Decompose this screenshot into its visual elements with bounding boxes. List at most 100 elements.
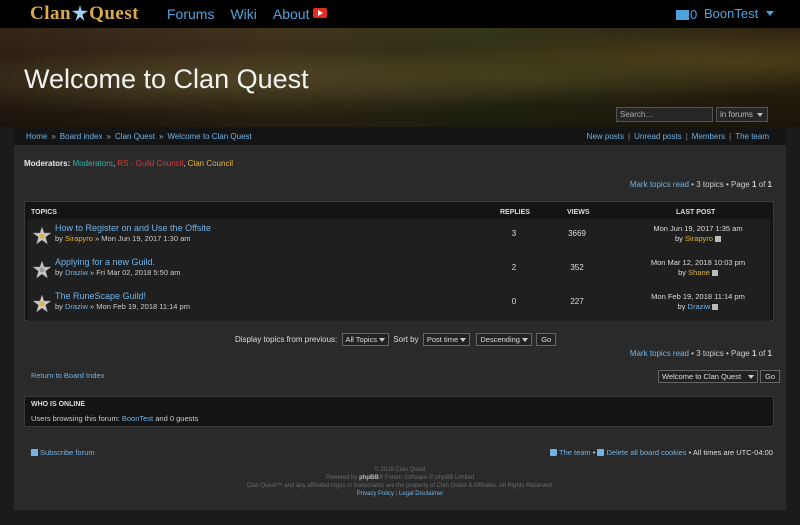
team-icon: [550, 449, 557, 456]
jump-to-select[interactable]: Welcome to Clan Quest: [658, 370, 758, 383]
table-row: Applying for a new Guild. by Draziw » Fr…: [28, 253, 770, 287]
phpbb-link[interactable]: phpBB: [359, 475, 379, 481]
messages-count: 0: [690, 7, 698, 22]
page-current: 1: [751, 180, 757, 189]
trademark-notice: Clan Quest™ and any affiliated logos or …: [246, 483, 554, 489]
table-row: The RuneScape Guild! by Draziw » Mon Feb…: [28, 287, 770, 321]
breadcrumb-board-index[interactable]: Board index: [60, 132, 103, 141]
footer-the-team-link[interactable]: The team: [559, 448, 591, 457]
forum-panel: Moderators: Moderators, RS - Guild Counc…: [14, 145, 786, 510]
who-is-online-box: WHO IS ONLINE Users browsing this forum:…: [24, 396, 774, 427]
sort-go-button[interactable]: Go: [536, 333, 557, 346]
user-menu[interactable]: BoonTest: [704, 6, 775, 21]
online-suffix: and 0 guests: [155, 414, 199, 423]
view-latest-post-icon[interactable]: [711, 270, 718, 276]
subscribe-forum-link[interactable]: Subscribe forum: [31, 448, 95, 457]
last-post: Mon Feb 19, 2018 11:14 pm by Draziw: [628, 292, 768, 312]
mark-topics-read-link[interactable]: Mark topics read: [630, 180, 689, 189]
breadcrumb-clan-quest[interactable]: Clan Quest: [115, 132, 155, 141]
header-replies: REPLIES: [500, 209, 530, 216]
page-title: Welcome to Clan Quest: [24, 64, 309, 94]
topic-sticky-icon: [33, 227, 51, 245]
topic-sticky-icon: [33, 261, 51, 279]
sort-direction-select[interactable]: Descending: [476, 333, 532, 346]
footer-links: The team • Delete all board cookies • Al…: [550, 448, 773, 457]
powered-by: Powered by phpBB® Forum Software © phpBB…: [14, 475, 786, 481]
online-user-link[interactable]: BoonTest: [122, 414, 153, 423]
logo-text-left: Clan: [30, 3, 72, 24]
topic-replies: 2: [511, 263, 517, 272]
view-latest-post-icon[interactable]: [714, 236, 721, 242]
pagination-bottom: Mark topics read • 3 topics • Page 1 of …: [629, 349, 772, 358]
breadcrumb-home[interactable]: Home: [26, 132, 47, 141]
timezone-text: All times are UTC-04:00: [692, 448, 773, 457]
topic-views: 3669: [568, 229, 586, 238]
display-topics-label: Display topics from previous:: [235, 335, 338, 344]
youtube-icon[interactable]: [313, 8, 327, 18]
topic-display-controls: Display topics from previous: All Topics…: [235, 333, 557, 346]
chevron-down-icon: [766, 11, 775, 16]
topics-table: TOPICS REPLIES VIEWS LAST POST How to Re…: [24, 201, 774, 321]
legal-links: Privacy Policy | Legal Disclaimer: [356, 491, 444, 497]
header-views: VIEWS: [567, 209, 590, 216]
site-logo[interactable]: Clan Quest: [30, 3, 139, 25]
table-row: How to Register on and Use the Offsite b…: [28, 219, 770, 253]
topic-byline: by Draziw » Fri Mar 02, 2018 5:50 am: [55, 268, 181, 277]
privacy-policy-link[interactable]: Privacy Policy: [357, 491, 394, 497]
topic-date: » Mon Jun 19, 2017 1:30 am: [95, 234, 191, 243]
page-of-label: of: [758, 349, 766, 358]
unread-posts-link[interactable]: Unread posts: [634, 132, 682, 141]
nav-link-about[interactable]: About: [273, 6, 310, 22]
return-to-board-index-link[interactable]: Return to Board Index: [31, 371, 104, 380]
last-post-author[interactable]: Sirapyro: [685, 234, 713, 243]
quick-links: New posts | Unread posts | Members | The team: [586, 132, 769, 141]
by-label: by: [55, 268, 63, 277]
by-label: by: [675, 234, 683, 243]
last-post-author[interactable]: Draziw: [688, 302, 711, 311]
topic-author[interactable]: Draziw: [65, 268, 88, 277]
page-current: 1: [751, 349, 757, 358]
topic-author[interactable]: Sirapyro: [65, 234, 93, 243]
mark-topics-read-link[interactable]: Mark topics read: [630, 349, 689, 358]
top-navigation: Clan Quest Forums Wiki About 0 BoonTest: [0, 0, 800, 28]
nav-link-forums[interactable]: Forums: [167, 6, 214, 22]
moderator-group-moderators[interactable]: Moderators: [72, 159, 112, 168]
new-posts-link[interactable]: New posts: [587, 132, 624, 141]
breadcrumb-current[interactable]: Welcome to Clan Quest: [167, 132, 251, 141]
who-is-online-heading: WHO IS ONLINE: [31, 401, 86, 408]
the-team-link[interactable]: The team: [735, 132, 769, 141]
by-label: by: [677, 302, 686, 311]
topic-sticky-icon: [33, 295, 51, 313]
moderator-group-clan-council[interactable]: Clan Council: [188, 159, 233, 168]
powered-prefix: Powered by: [325, 475, 358, 481]
jump-go-button[interactable]: Go: [760, 370, 781, 383]
topic-views: 352: [570, 263, 584, 272]
last-post-date: Mon Jun 19, 2017 1:35 am: [653, 224, 743, 233]
jump-to-forum: Welcome to Clan Quest Go: [656, 370, 781, 383]
view-latest-post-icon[interactable]: [712, 304, 719, 310]
sort-key-select[interactable]: Post time: [422, 333, 471, 346]
search-scope-select[interactable]: in forums: [716, 107, 768, 122]
last-post-author[interactable]: Shane: [688, 268, 710, 277]
logo-text-right: Quest: [89, 3, 140, 24]
last-post-date: Mon Feb 19, 2018 11:14 pm: [651, 292, 745, 301]
search-input[interactable]: Search…: [616, 107, 713, 122]
header-last-post: LAST POST: [676, 209, 716, 216]
last-post: Mon Mar 12, 2018 10:03 pm by Shane: [628, 258, 768, 278]
members-link[interactable]: Members: [692, 132, 725, 141]
delete-cookies-link[interactable]: Delete all board cookies: [606, 448, 686, 457]
topic-title[interactable]: Applying for a new Guild.: [55, 257, 155, 267]
topic-author[interactable]: Draziw: [65, 302, 88, 311]
nav-link-wiki[interactable]: Wiki: [230, 6, 256, 22]
legal-disclaimer-link[interactable]: Legal Disclaimer: [399, 491, 443, 497]
topics-count: 3 topics: [696, 349, 724, 358]
subscribe-label: Subscribe forum: [40, 448, 95, 457]
moderators-label: Moderators:: [24, 159, 71, 168]
page-total: 1: [767, 180, 772, 189]
display-topics-select[interactable]: All Topics: [341, 333, 390, 346]
topic-title[interactable]: The RuneScape Guild!: [55, 291, 146, 301]
topic-byline: by Draziw » Mon Feb 19, 2018 11:14 pm: [55, 302, 190, 311]
moderator-group-guild-council[interactable]: RS - Guild Council: [117, 159, 183, 168]
topic-title[interactable]: How to Register on and Use the Offsite: [55, 223, 211, 233]
messages-indicator[interactable]: 0: [676, 7, 697, 22]
